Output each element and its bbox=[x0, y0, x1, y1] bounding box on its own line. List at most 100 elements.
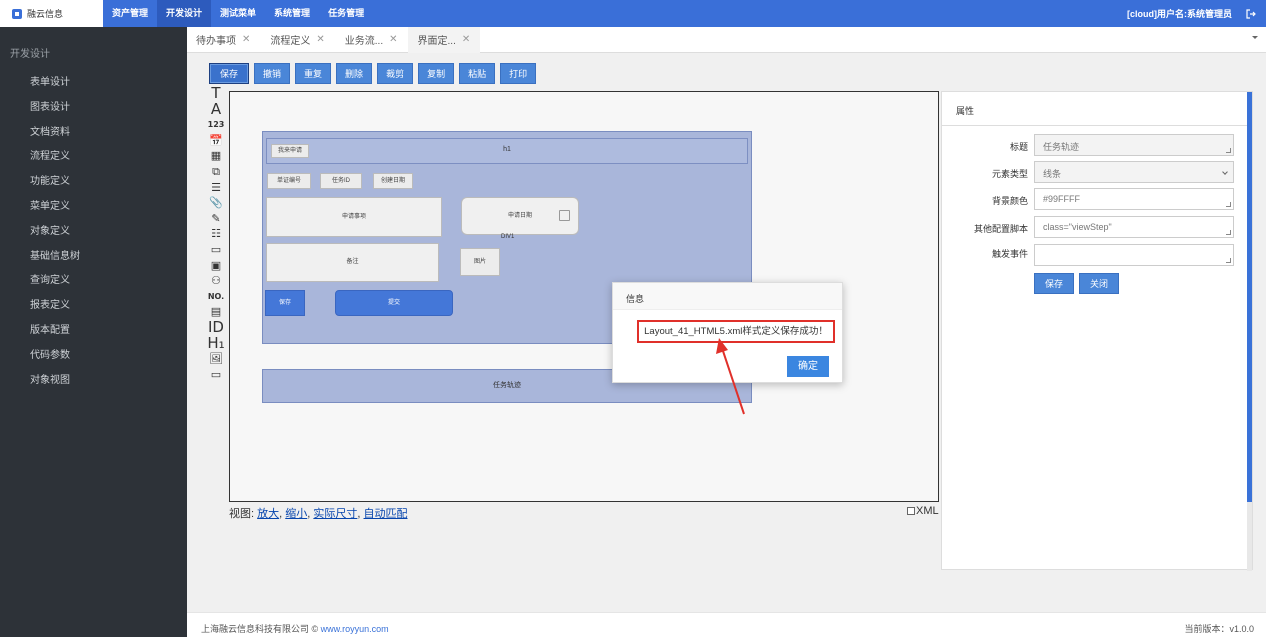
prop-label: 背景颜色 bbox=[991, 196, 1028, 206]
auto-fit-link[interactable]: 自动匹配 bbox=[364, 508, 408, 520]
calendar-tool-icon[interactable]: ▣ bbox=[211, 258, 221, 274]
tab-ui-def[interactable]: 界面定... ✕ bbox=[407, 26, 481, 53]
input-tool-icon[interactable]: ▭ bbox=[211, 242, 221, 258]
resize-handle-icon[interactable] bbox=[1226, 148, 1231, 153]
tab-todo[interactable]: 待办事项 ✕ bbox=[187, 27, 260, 53]
properties-scrollbar[interactable] bbox=[1247, 92, 1252, 571]
trigger-event-input[interactable] bbox=[1034, 244, 1234, 266]
close-icon[interactable]: ✕ bbox=[242, 34, 250, 45]
nav-item-test-menu[interactable]: 测试菜单 bbox=[211, 0, 265, 27]
cut-button[interactable]: 裁剪 bbox=[377, 63, 414, 84]
bg-color-input[interactable]: #99FFFF bbox=[1034, 188, 1234, 210]
properties-panel: 属性 标题 任务轨迹 元素类型 线条 背景颜色 #99FFFF 其他配置脚本 c… bbox=[941, 91, 1253, 571]
undo-button[interactable]: 撤销 bbox=[254, 63, 291, 84]
scrollbar-thumb[interactable] bbox=[1247, 92, 1252, 502]
ok-button[interactable]: 确定 bbox=[787, 356, 829, 377]
props-close-button[interactable]: 关闭 bbox=[1079, 273, 1120, 294]
sidebar-item-object-view[interactable]: 对象视图 bbox=[0, 369, 187, 394]
sidebar-item-code-params[interactable]: 代码参数 bbox=[0, 344, 187, 369]
config-script-input[interactable]: class="viewStep" bbox=[1034, 216, 1234, 238]
remark-field[interactable]: 备注 bbox=[266, 243, 439, 282]
tab-business-flow[interactable]: 业务流... ✕ bbox=[335, 27, 408, 53]
close-icon[interactable]: ✕ bbox=[389, 34, 397, 45]
form-submit-button[interactable]: 提交 bbox=[335, 290, 453, 316]
prop-label: 元素类型 bbox=[991, 169, 1028, 179]
sidebar-item-menu-def[interactable]: 菜单定义 bbox=[0, 195, 187, 220]
print-button[interactable]: 打印 bbox=[500, 63, 537, 84]
view-prefix: 视图: bbox=[229, 508, 255, 520]
element-type-select[interactable]: 线条 bbox=[1034, 161, 1234, 183]
nav-item-assets[interactable]: 资产管理 bbox=[103, 0, 157, 27]
attachment-tool-icon[interactable]: 📎 bbox=[209, 195, 223, 211]
logout-icon[interactable] bbox=[1246, 8, 1256, 19]
tab-process-def[interactable]: 流程定义 ✕ bbox=[260, 27, 334, 53]
sidebar-item-version-config[interactable]: 版本配置 bbox=[0, 319, 187, 344]
paste-button[interactable]: 粘贴 bbox=[459, 63, 496, 84]
checklist-tool-icon[interactable]: ☷ bbox=[211, 226, 221, 242]
nav-item-system[interactable]: 系统管理 bbox=[265, 0, 319, 27]
apply-date-label: 申请日期 bbox=[507, 213, 532, 219]
chevron-down-icon[interactable] bbox=[1252, 36, 1258, 39]
voucher-no-field[interactable]: 单证编号 bbox=[267, 173, 311, 189]
xml-checkbox[interactable] bbox=[907, 507, 915, 515]
apply-date-field[interactable]: 申请日期 bbox=[461, 197, 579, 235]
date-tool-icon[interactable]: 📅 bbox=[209, 133, 223, 149]
user-name[interactable]: [cloud]用户名:系统管理员 bbox=[1127, 7, 1232, 20]
zoom-out-link[interactable]: 缩小 bbox=[285, 508, 307, 520]
sidebar-item-chart-design[interactable]: 图表设计 bbox=[0, 96, 187, 121]
calendar-icon[interactable] bbox=[559, 210, 570, 221]
sidebar: 开发设计 表单设计 图表设计 文档资料 流程定义 功能定义 菜单定义 对象定义 … bbox=[0, 27, 187, 637]
website-link[interactable]: www.royyun.com bbox=[321, 624, 389, 634]
sidebar-item-function-def[interactable]: 功能定义 bbox=[0, 170, 187, 195]
sidebar-group-title: 开发设计 bbox=[10, 49, 50, 60]
serial-number-tool-icon[interactable]: NO. bbox=[208, 289, 224, 305]
sidebar-item-report-def[interactable]: 报表定义 bbox=[0, 294, 187, 319]
table-tool-icon[interactable]: ▦ bbox=[211, 148, 221, 164]
logo[interactable]: 融云信息 bbox=[0, 0, 103, 27]
tree-tool-icon[interactable]: ⧉ bbox=[212, 164, 220, 180]
user-area: [cloud]用户名:系统管理员 bbox=[1127, 0, 1256, 27]
close-icon[interactable]: ✕ bbox=[462, 34, 470, 45]
task-id-field[interactable]: 任务ID bbox=[320, 173, 362, 189]
image-field[interactable]: 图片 bbox=[460, 248, 500, 276]
xml-toggle[interactable]: XML bbox=[907, 505, 939, 517]
logo-text: 融云信息 bbox=[27, 9, 64, 19]
sidebar-item-form-design[interactable]: 表单设计 bbox=[0, 71, 187, 96]
save-button[interactable]: 保存 bbox=[209, 63, 250, 84]
sidebar-item-query-def[interactable]: 查询定义 bbox=[0, 269, 187, 294]
created-date-field[interactable]: 创建日期 bbox=[373, 173, 413, 189]
form-save-button[interactable]: 保存 bbox=[265, 290, 305, 316]
resize-handle-icon[interactable] bbox=[1226, 202, 1231, 207]
redo-button[interactable]: 重复 bbox=[295, 63, 332, 84]
sidebar-item-object-def[interactable]: 对象定义 bbox=[0, 220, 187, 245]
nav-item-dev-design[interactable]: 开发设计 bbox=[157, 0, 212, 27]
copy-button[interactable]: 复制 bbox=[418, 63, 455, 84]
sidebar-item-process-def[interactable]: 流程定义 bbox=[0, 145, 187, 170]
label-tool-icon[interactable]: A bbox=[211, 101, 221, 118]
prop-label: 触发事件 bbox=[991, 249, 1028, 259]
delete-button[interactable]: 删除 bbox=[336, 63, 373, 84]
div-tool-icon[interactable]: ▭ bbox=[211, 367, 221, 383]
nav-item-tasks[interactable]: 任务管理 bbox=[319, 0, 373, 27]
edit-tool-icon[interactable]: ✎ bbox=[211, 211, 220, 227]
user-tool-icon[interactable]: ⚇ bbox=[211, 273, 221, 289]
title-input[interactable]: 任务轨迹 bbox=[1034, 134, 1234, 156]
actual-size-link[interactable]: 实际尺寸 bbox=[313, 508, 357, 520]
main-nav: 资产管理 开发设计 测试菜单 系统管理 任务管理 bbox=[103, 0, 373, 27]
config-script-value: class="viewStep" bbox=[1043, 222, 1112, 232]
h1-element[interactable]: 我来申请 h1 bbox=[266, 138, 748, 164]
sidebar-item-documents[interactable]: 文档资料 bbox=[0, 121, 187, 146]
props-save-button[interactable]: 保存 bbox=[1034, 273, 1075, 294]
image-tool-icon[interactable]: 🖼 bbox=[209, 351, 223, 367]
tab-label: 业务流... bbox=[344, 36, 384, 47]
resize-handle-icon[interactable] bbox=[1226, 258, 1231, 263]
zoom-in-link[interactable]: 放大 bbox=[257, 508, 279, 520]
apply-item-field[interactable]: 申请事项 bbox=[266, 197, 442, 237]
sidebar-item-info-tree[interactable]: 基础信息树 bbox=[0, 245, 187, 270]
resize-handle-icon[interactable] bbox=[1226, 230, 1231, 235]
heading-tool-icon[interactable]: H₁ bbox=[207, 335, 224, 352]
properties-title: 属性 bbox=[942, 92, 1252, 126]
close-icon[interactable]: ✕ bbox=[316, 34, 324, 45]
number-tool-icon[interactable]: 123 bbox=[208, 117, 225, 133]
list-tool-icon[interactable]: ☰ bbox=[211, 180, 221, 196]
